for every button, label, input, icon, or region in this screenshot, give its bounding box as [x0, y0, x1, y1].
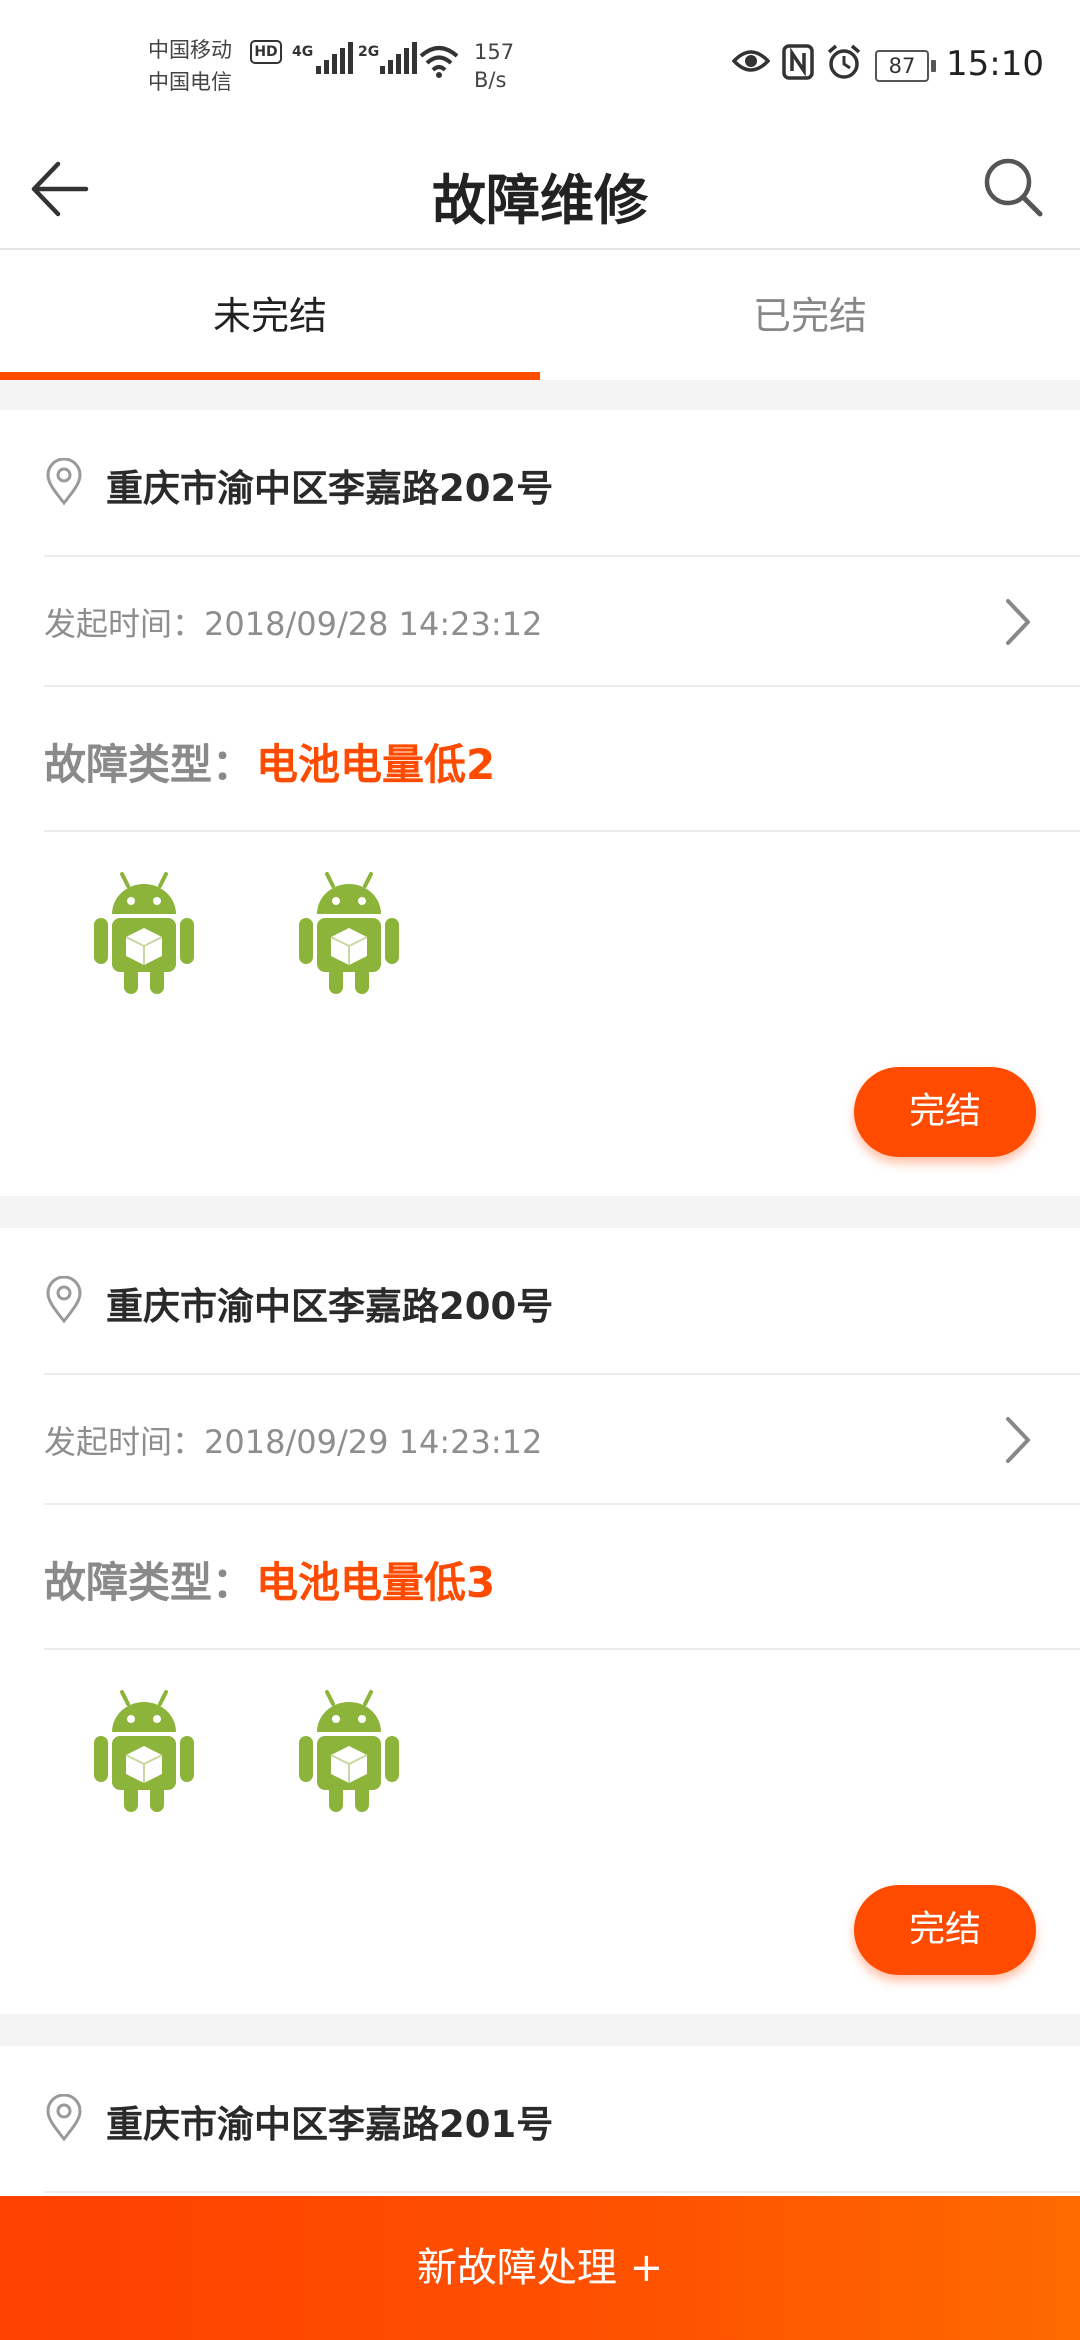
android-image-icon[interactable] [88, 1688, 200, 1816]
address-row: 重庆市渝中区李嘉路201号 [44, 2046, 1080, 2193]
time-label: 发起时间： [44, 1423, 205, 1461]
signal-icon-2 [380, 42, 420, 74]
address-text: 重庆市渝中区李嘉路201号 [106, 2103, 554, 2146]
fault-type-row: 故障类型： 电池电量低2 [44, 685, 1080, 832]
app-header: 故障维修 [0, 130, 1080, 250]
wifi-icon [419, 46, 459, 78]
network-speed: 157 B/s [474, 38, 514, 94]
fault-card: 重庆市渝中区李嘉路200号 发起时间：2018/09/29 14:23:12 故… [0, 1228, 1080, 2014]
address-row: 重庆市渝中区李嘉路200号 [44, 1228, 1080, 1375]
android-image-icon[interactable] [88, 870, 200, 998]
speed-value: 157 [474, 40, 515, 64]
fault-type-label: 故障类型： [44, 740, 255, 789]
search-icon[interactable] [978, 152, 1048, 222]
tab-finished[interactable]: 已完结 [540, 250, 1080, 380]
time-value: 2018/09/28 14:23:12 [204, 605, 543, 643]
android-image-icon[interactable] [293, 870, 405, 998]
carrier-1: 中国移动 [148, 38, 232, 62]
nfc-icon [782, 44, 814, 80]
carrier-2: 中国电信 [148, 70, 232, 94]
start-time: 发起时间：2018/09/28 14:23:12 [44, 599, 542, 645]
address-text: 重庆市渝中区李嘉路202号 [106, 467, 554, 510]
location-pin-icon [46, 1276, 82, 1324]
fault-type-row: 故障类型： 电池电量低3 [44, 1503, 1080, 1650]
address-text: 重庆市渝中区李嘉路200号 [106, 1285, 554, 1328]
fault-type-value: 电池电量低3 [256, 1558, 496, 1607]
location-pin-icon [46, 2094, 82, 2142]
address-row: 重庆市渝中区李嘉路202号 [44, 410, 1080, 557]
time-value: 2018/09/29 14:23:12 [204, 1423, 543, 1461]
chevron-right-icon[interactable] [1002, 1415, 1032, 1465]
signal-icon [316, 42, 356, 74]
finish-button[interactable]: 完结 [854, 1885, 1036, 1975]
carrier-names: 中国移动 中国电信 [148, 34, 232, 98]
start-time: 发起时间：2018/09/29 14:23:12 [44, 1417, 542, 1463]
active-tab-indicator [0, 372, 540, 380]
fault-card: 重庆市渝中区李嘉路201号 [0, 2046, 1080, 2196]
finish-button[interactable]: 完结 [854, 1067, 1036, 1157]
page-title: 故障维修 [432, 169, 648, 232]
fault-type-label: 故障类型： [44, 1558, 255, 1607]
chevron-right-icon[interactable] [1002, 597, 1032, 647]
battery-icon: 87 [875, 50, 936, 82]
new-fault-button[interactable]: 新故障处理 + [0, 2196, 1080, 2340]
clock: 15:10 [946, 44, 1044, 84]
network-type-2: 2G [358, 44, 380, 60]
location-pin-icon [46, 458, 82, 506]
speed-unit: B/s [474, 68, 507, 92]
time-row[interactable]: 发起时间：2018/09/29 14:23:12 [44, 1373, 1080, 1505]
fault-card: 重庆市渝中区李嘉路202号 发起时间：2018/09/28 14:23:12 故… [0, 410, 1080, 1196]
network-type-1: 4G [292, 44, 314, 60]
fault-type-value: 电池电量低2 [256, 740, 496, 789]
eye-icon [732, 50, 770, 72]
android-image-icon[interactable] [293, 1688, 405, 1816]
tab-unfinished[interactable]: 未完结 [0, 250, 540, 380]
time-row[interactable]: 发起时间：2018/09/28 14:23:12 [44, 555, 1080, 687]
hd-badge: HD [250, 40, 282, 64]
status-bar: 中国移动 中国电信 HD 4G 2G 157 B/s 87 15:10 [0, 0, 1080, 130]
time-label: 发起时间： [44, 605, 205, 643]
alarm-icon [827, 44, 861, 79]
tab-bar: 未完结 已完结 [0, 250, 1080, 380]
